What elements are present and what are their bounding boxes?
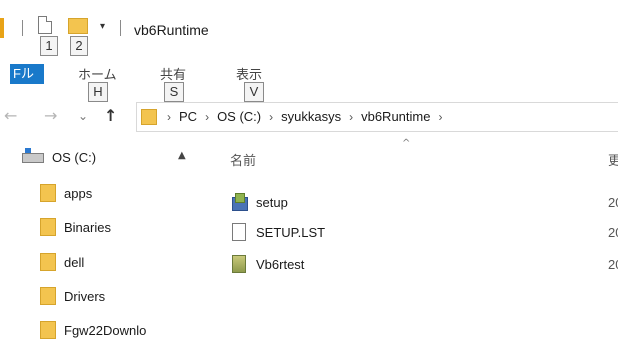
- tab-home[interactable]: ホーム: [78, 64, 117, 83]
- tree-item-label: OS (C:): [52, 150, 97, 165]
- column-header-date[interactable]: 更: [608, 150, 618, 169]
- breadcrumb-separator[interactable]: ›: [438, 110, 442, 124]
- properties-icon[interactable]: [38, 16, 52, 34]
- tree-item-label: Binaries: [64, 219, 111, 235]
- keytip-view: V: [244, 82, 264, 102]
- drive-icon: [22, 147, 44, 163]
- window-title: vb6Runtime: [134, 22, 209, 38]
- tree-item-drivers[interactable]: Drivers: [40, 287, 105, 305]
- breadcrumb-os-c[interactable]: OS (C:): [217, 109, 261, 124]
- executable-icon: [232, 255, 246, 273]
- scroll-up-arrow-icon[interactable]: ▲: [178, 150, 186, 161]
- file-date: 20: [608, 195, 618, 210]
- folder-icon: [141, 109, 157, 125]
- keytip-2: 2: [70, 36, 88, 56]
- title-separator: [120, 20, 121, 36]
- keytip-1: 1: [40, 36, 58, 56]
- breadcrumb: › PC › OS (C:) › syukkasys › vb6Runtime …: [167, 109, 442, 124]
- sort-ascending-icon: ^: [402, 138, 411, 149]
- file-date: 20: [608, 225, 618, 240]
- file-row-setup-lst[interactable]: SETUP.LST: [230, 220, 618, 244]
- tree-item-label: apps: [64, 185, 93, 201]
- file-date: 20: [608, 257, 618, 272]
- file-name: Vb6rtest: [256, 256, 305, 272]
- breadcrumb-separator[interactable]: ›: [269, 110, 273, 124]
- tab-file[interactable]: Fル: [10, 64, 44, 84]
- breadcrumb-vb6runtime[interactable]: vb6Runtime: [361, 109, 430, 124]
- title-bar: ▾ vb6Runtime 1 2: [0, 0, 618, 56]
- navigation-pane: OS (C:) ▲ apps Binaries dell Drivers Fgw…: [0, 140, 200, 345]
- folder-icon: [40, 184, 56, 202]
- file-row-vb6rtest[interactable]: Vb6rtest: [230, 252, 618, 276]
- column-header-name[interactable]: 名前: [230, 150, 256, 169]
- up-arrow-icon[interactable]: ↑: [104, 106, 117, 126]
- document-icon: [232, 223, 246, 241]
- file-name: SETUP.LST: [256, 224, 326, 240]
- tree-item-label: dell: [64, 254, 85, 270]
- keytip-home: H: [88, 82, 108, 102]
- file-row-setup[interactable]: setup: [230, 190, 618, 214]
- breadcrumb-separator[interactable]: ›: [167, 110, 171, 124]
- tree-item-binaries[interactable]: Binaries: [40, 218, 111, 236]
- tree-item-apps[interactable]: apps: [40, 184, 92, 202]
- setup-icon: [230, 193, 248, 211]
- tree-item-fgw22downlo[interactable]: Fgw22Downlo: [40, 321, 146, 339]
- breadcrumb-pc[interactable]: PC: [179, 109, 197, 124]
- breadcrumb-syukkasys[interactable]: syukkasys: [281, 109, 341, 124]
- folder-icon: [40, 321, 56, 339]
- keytip-share: S: [164, 82, 184, 102]
- tree-item-dell[interactable]: dell: [40, 253, 84, 271]
- address-bar[interactable]: › PC › OS (C:) › syukkasys › vb6Runtime …: [136, 102, 618, 132]
- folder-icon: [40, 253, 56, 271]
- tree-item-label: Fgw22Downlo: [64, 322, 147, 338]
- breadcrumb-separator[interactable]: ›: [349, 110, 353, 124]
- folder-icon: [40, 287, 56, 305]
- app-folder-icon[interactable]: [0, 18, 4, 38]
- tab-share[interactable]: 共有: [160, 64, 186, 83]
- recent-locations-chevron-icon[interactable]: ⌄: [78, 106, 88, 126]
- breadcrumb-separator[interactable]: ›: [205, 110, 209, 124]
- forward-arrow-icon[interactable]: →: [44, 106, 57, 126]
- navigation-bar: ← → ⌄ ↑ › PC › OS (C:) › syukkasys › vb6…: [0, 100, 618, 134]
- tree-item-label: Drivers: [64, 288, 106, 304]
- ribbon-tabs: Fル ホーム H 共有 S 表示 V: [0, 56, 618, 102]
- back-arrow-icon[interactable]: ←: [4, 106, 17, 126]
- file-list: ^ 名前 更 setup 20 SETUP.LST 20 Vb6rtest 20: [200, 136, 618, 345]
- folder-icon: [40, 218, 56, 236]
- qat-separator: [22, 20, 23, 36]
- tab-view[interactable]: 表示: [236, 64, 262, 83]
- file-name: setup: [256, 194, 288, 210]
- customize-qat-dropdown-icon[interactable]: ▾: [100, 22, 105, 32]
- new-folder-icon[interactable]: [68, 18, 88, 34]
- tree-item-os-drive[interactable]: OS (C:): [22, 147, 97, 165]
